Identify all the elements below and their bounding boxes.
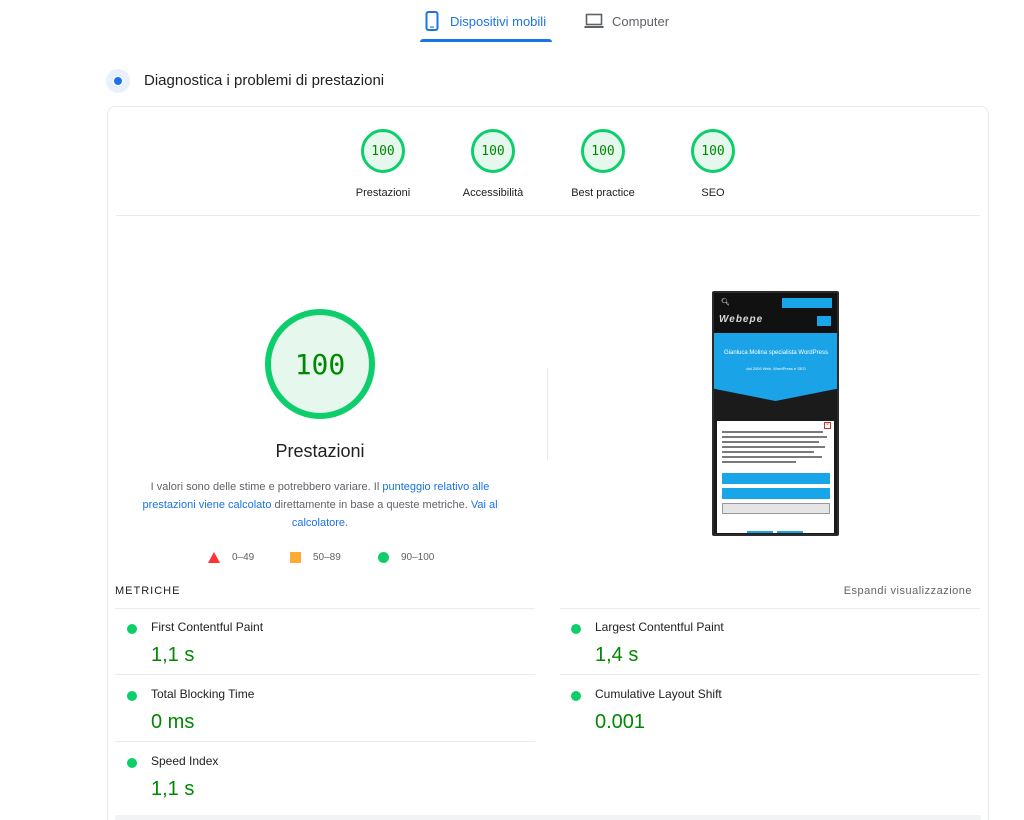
metric-name: Cumulative Layout Shift bbox=[595, 687, 722, 701]
vertical-divider bbox=[547, 368, 548, 460]
tab-desktop[interactable]: Computer bbox=[584, 10, 669, 32]
score-value: 100 bbox=[361, 129, 405, 173]
score-value: 100 bbox=[471, 129, 515, 173]
metric-name: Speed Index bbox=[151, 754, 219, 768]
performance-title: Prestazioni bbox=[275, 441, 365, 461]
score-gauge-performance[interactable]: 100 Prestazioni bbox=[323, 129, 443, 199]
score-gauge-best-practices[interactable]: 100 Best practice bbox=[543, 129, 663, 199]
score-gauge-accessibility[interactable]: 100 Accessibilità bbox=[433, 129, 553, 199]
average-square-icon bbox=[290, 551, 301, 563]
score-label: Prestazioni bbox=[355, 187, 411, 199]
final-screenshot: 🔍︎ Webepe Gianluca Molina specialista Wo… bbox=[712, 291, 839, 536]
metrics-header: METRICHE bbox=[115, 585, 181, 597]
fail-triangle-icon bbox=[208, 551, 220, 563]
legend-label: 0–49 bbox=[232, 551, 255, 563]
metric-name: Largest Contentful Paint bbox=[595, 620, 724, 634]
tab-mobile[interactable]: Dispositivi mobili bbox=[422, 10, 546, 32]
laptop-icon bbox=[584, 11, 604, 31]
screenshot-preferences-button bbox=[722, 503, 830, 514]
screenshot-policy-links bbox=[747, 520, 807, 533]
pass-circle-icon bbox=[571, 624, 581, 634]
metric-value: 1,1 s bbox=[151, 644, 195, 666]
screenshot-reject-button bbox=[722, 488, 830, 499]
bottom-divider bbox=[115, 815, 981, 820]
tab-mobile-label: Dispositivi mobili bbox=[450, 13, 547, 29]
pass-circle-icon bbox=[571, 691, 581, 701]
divider bbox=[560, 608, 980, 609]
screenshot-hero-subtitle: dal 2009 Web, WordPress e SEO bbox=[746, 366, 806, 371]
legend-pass: 90–100 bbox=[378, 550, 434, 564]
metric-value: 1,4 s bbox=[595, 644, 639, 666]
description-text: . bbox=[345, 517, 349, 529]
tab-desktop-label: Computer bbox=[612, 13, 670, 29]
screenshot-hero-title: Gianluca Molina specialista WordPress bbox=[724, 350, 828, 356]
pass-circle-icon bbox=[127, 758, 137, 768]
score-label: Best practice bbox=[571, 187, 635, 199]
active-tab-indicator bbox=[420, 39, 552, 42]
section-title: Diagnostica i problemi di prestazioni bbox=[144, 72, 385, 89]
legend-fail: 0–49 bbox=[208, 550, 254, 564]
screenshot-accept-button bbox=[722, 473, 830, 484]
description-text: direttamente in base a queste metriche. bbox=[271, 499, 471, 511]
divider bbox=[116, 215, 980, 216]
report-card bbox=[107, 106, 989, 820]
screenshot-text-lines bbox=[722, 431, 827, 466]
pass-circle-icon bbox=[127, 624, 137, 634]
score-label: SEO bbox=[701, 187, 725, 199]
screenshot-cookie-popup: × bbox=[717, 421, 834, 533]
score-description: I valori sono delle stime e potrebbero v… bbox=[140, 478, 500, 532]
metric-value: 0 ms bbox=[151, 711, 195, 733]
diagnostic-icon bbox=[106, 69, 130, 93]
hamburger-menu-icon bbox=[817, 316, 831, 326]
score-label: Accessibilità bbox=[462, 187, 524, 199]
legend-label: 90–100 bbox=[401, 551, 435, 563]
metric-value: 1,1 s bbox=[151, 778, 195, 800]
legend-average: 50–89 bbox=[290, 550, 341, 564]
description-text: I valori sono delle stime e potrebbero v… bbox=[150, 481, 383, 493]
pass-circle-icon bbox=[127, 691, 137, 701]
metric-value: 0.001 bbox=[595, 711, 646, 733]
screenshot-logo: Webepe bbox=[719, 314, 764, 325]
divider bbox=[560, 674, 980, 675]
score-value: 100 bbox=[691, 129, 735, 173]
expand-view-toggle[interactable]: Espandi visualizzazione bbox=[844, 585, 972, 597]
score-value: 100 bbox=[581, 129, 625, 173]
legend-label: 50–89 bbox=[313, 551, 341, 563]
pass-circle-icon bbox=[378, 551, 389, 563]
score-gauge-seo[interactable]: 100 SEO bbox=[653, 129, 773, 199]
metric-name: First Contentful Paint bbox=[151, 620, 264, 634]
divider bbox=[115, 608, 535, 609]
smartphone-icon bbox=[422, 11, 442, 31]
close-icon: × bbox=[824, 422, 831, 429]
performance-score-gauge: 100 bbox=[265, 309, 375, 419]
metric-name: Total Blocking Time bbox=[151, 687, 255, 701]
search-icon: 🔍︎ bbox=[721, 299, 730, 306]
divider bbox=[115, 674, 535, 675]
screenshot-top-button bbox=[782, 298, 832, 308]
divider bbox=[115, 741, 535, 742]
device-tabs: Dispositivi mobili Computer bbox=[0, 0, 1024, 44]
